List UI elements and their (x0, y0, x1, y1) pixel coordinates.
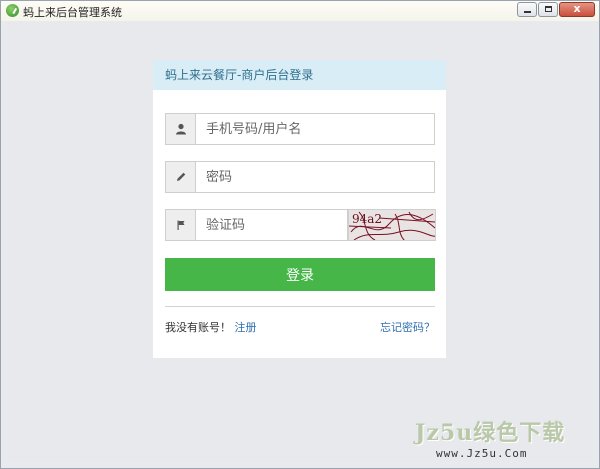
minimize-icon (524, 11, 531, 13)
register-link[interactable]: 注册 (235, 321, 257, 334)
minimize-button[interactable] (517, 2, 537, 17)
login-panel: 蚂上来云餐厅-商户后台登录 手机号码/用户名 验证码 94a2 登录 我没有账号… (153, 60, 446, 358)
captcha-field-group (165, 209, 348, 241)
divider (165, 306, 435, 307)
title-bar[interactable]: 蚂上来后台管理系统 x (1, 1, 599, 21)
captcha-text: 94a2 (352, 212, 382, 226)
maximize-button[interactable] (538, 2, 558, 17)
app-logo-icon (6, 4, 19, 17)
close-icon: x (573, 2, 581, 15)
watermark-url: www.Jz5u.Com (436, 447, 528, 460)
no-account-row: 我没有账号！ 注册 (165, 319, 257, 335)
app-window: 蚂上来后台管理系统 x 蚂上来云餐厅-商户后台登录 手机号码/用户名 验证码 9… (0, 0, 600, 469)
no-account-text: 我没有账号！ (165, 321, 231, 334)
password-field-group (165, 161, 435, 193)
username-field-group (165, 113, 435, 145)
captcha-image[interactable]: 94a2 (348, 209, 436, 241)
window-controls: x (517, 2, 595, 17)
flag-icon (166, 210, 196, 240)
pencil-icon (166, 162, 196, 192)
login-button[interactable]: 登录 (165, 258, 435, 291)
watermark-brand: Jz5u绿色下载 (415, 420, 566, 446)
window-title: 蚂上来后台管理系统 (23, 6, 122, 19)
username-input[interactable] (196, 114, 434, 144)
maximize-icon (545, 6, 552, 12)
captcha-input[interactable] (196, 210, 346, 240)
user-icon (166, 114, 196, 144)
close-button[interactable]: x (559, 2, 595, 17)
password-input[interactable] (196, 162, 434, 192)
login-panel-title: 蚂上来云餐厅-商户后台登录 (153, 60, 446, 90)
forgot-password-link[interactable]: 忘记密码？ (380, 319, 435, 335)
